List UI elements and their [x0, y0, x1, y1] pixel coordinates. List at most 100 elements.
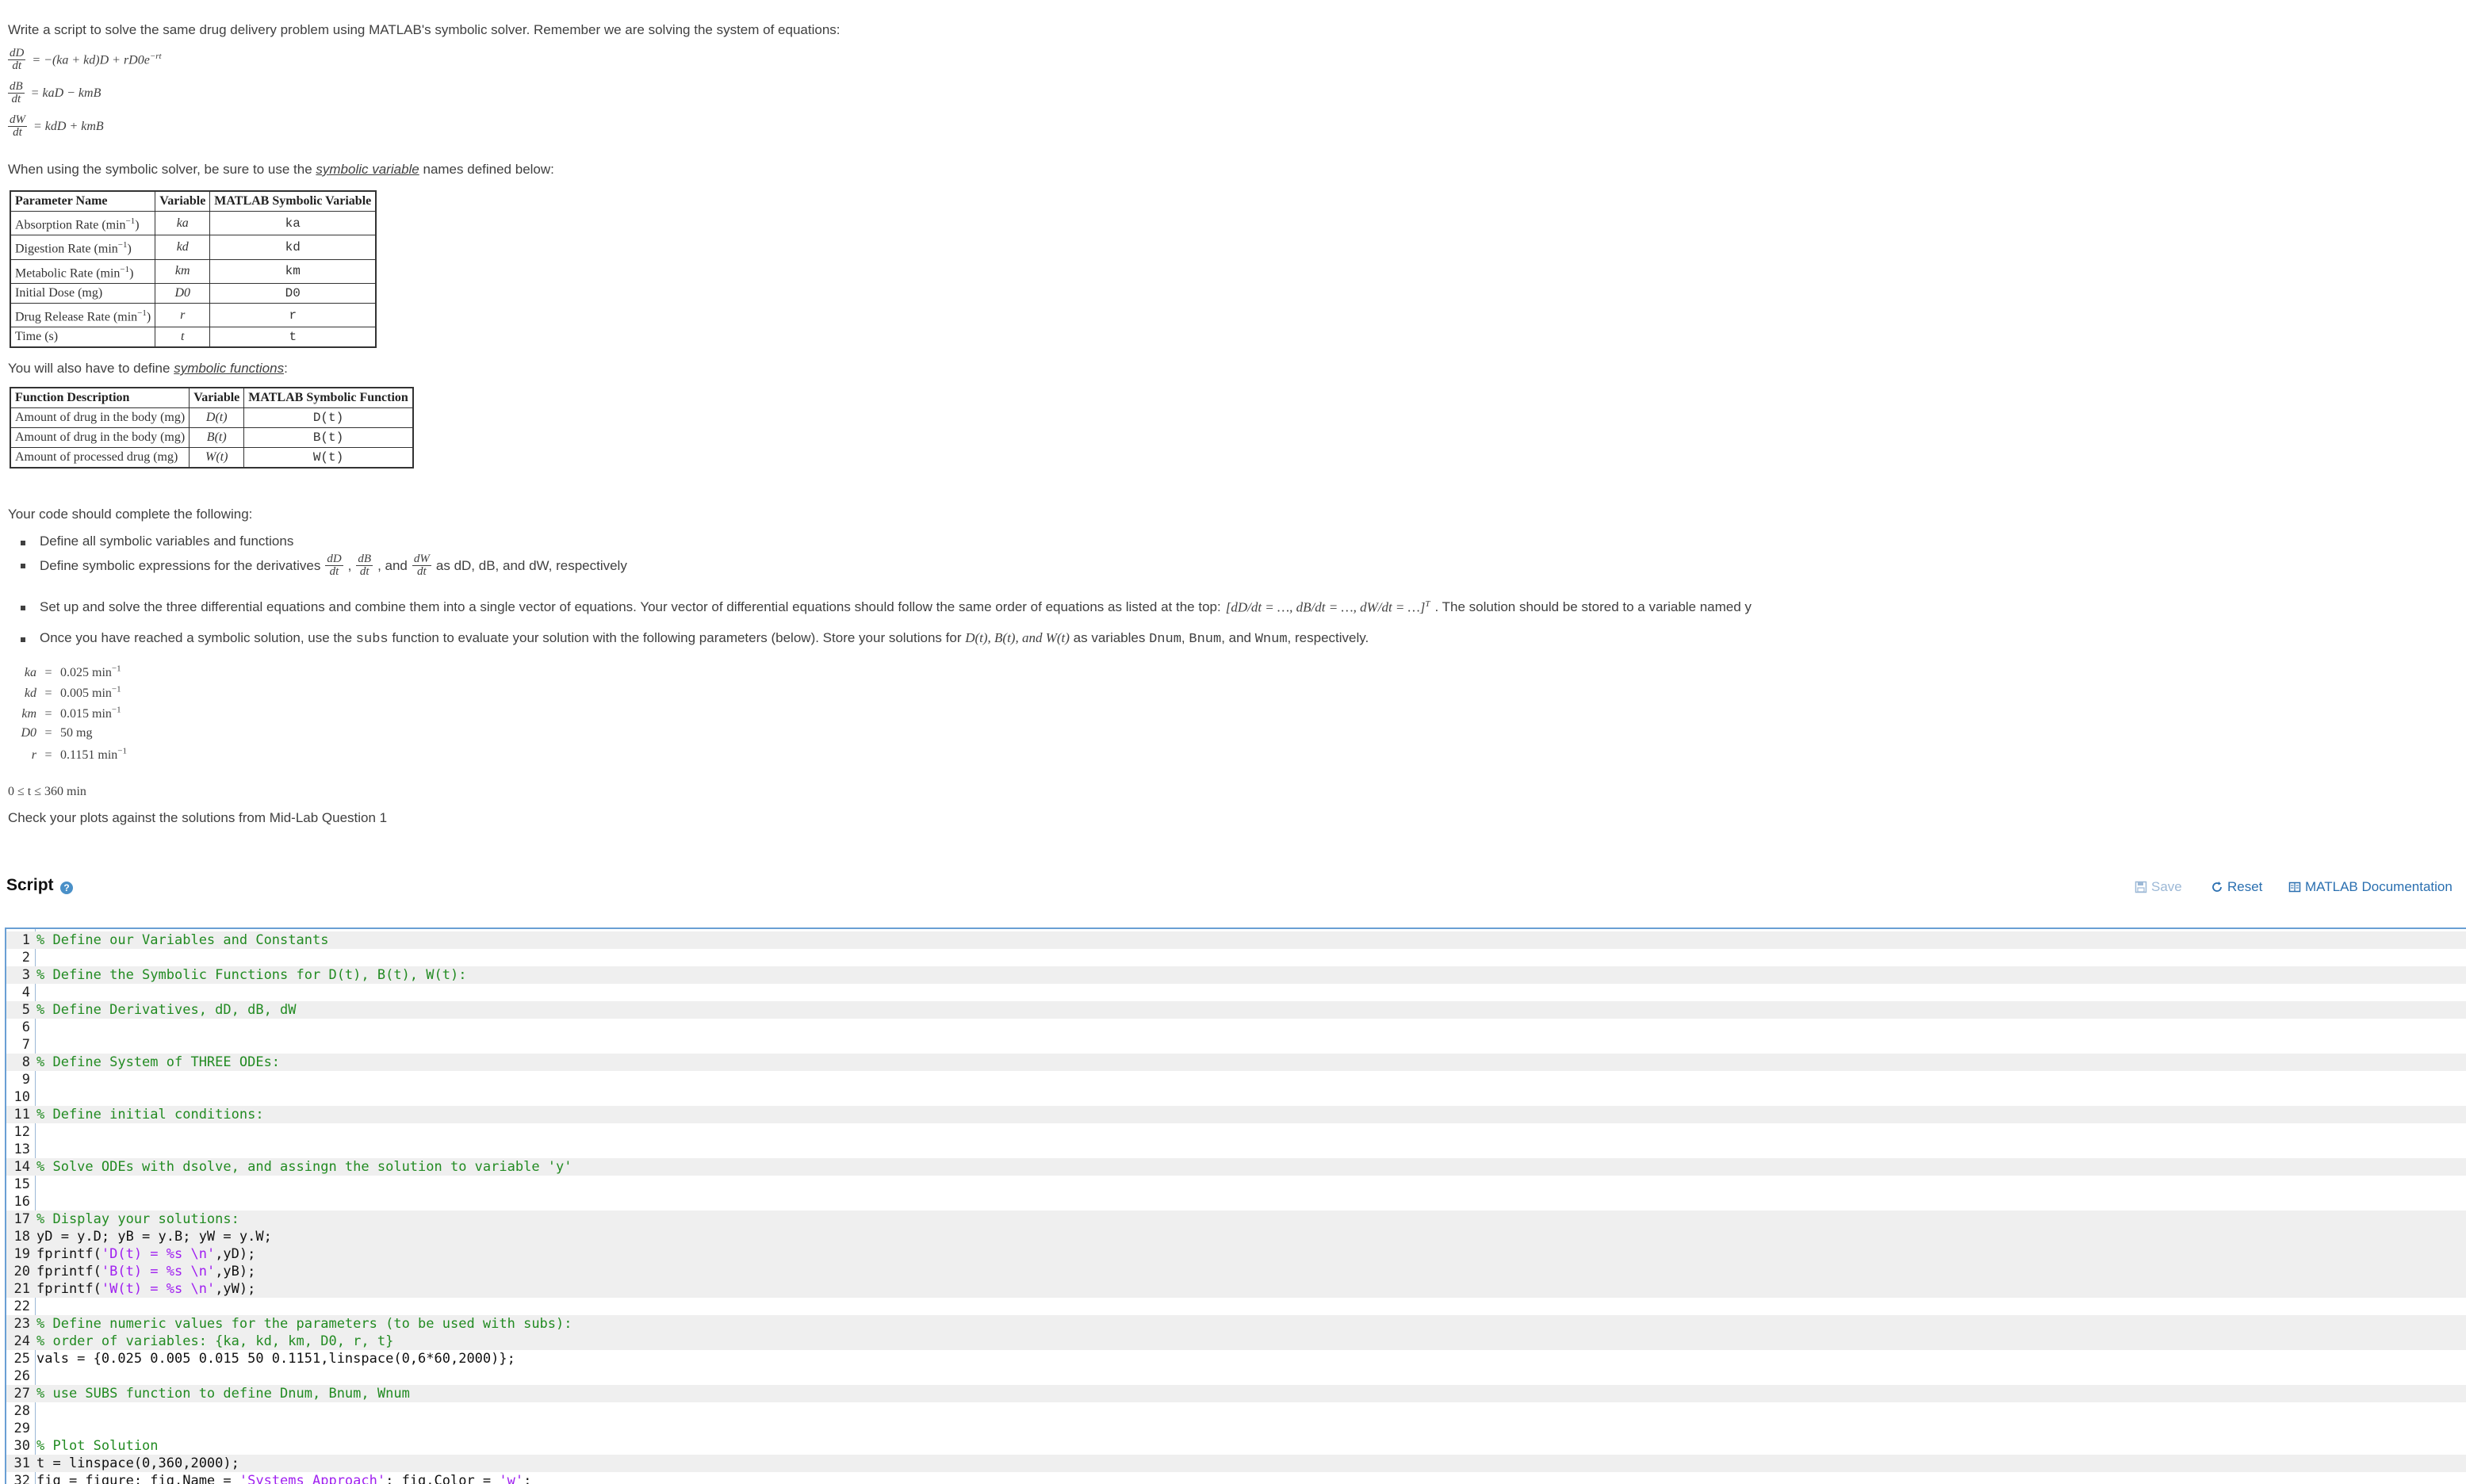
check-text: Check your plots against the solutions f…: [8, 810, 388, 825]
help-icon[interactable]: ?: [60, 882, 73, 894]
save-icon: [2135, 881, 2147, 893]
line-number: 23: [13, 1316, 30, 1332]
table-row: Digestion Rate (min−1) kd kd: [10, 235, 377, 260]
code-line[interactable]: 13: [6, 1141, 2466, 1158]
code-line[interactable]: 23 % Define numeric values for the parame…: [6, 1315, 2466, 1333]
line-number: 21: [13, 1281, 30, 1297]
code-editor[interactable]: 1 % Define our Variables and Constants 2 3%…: [5, 928, 2466, 1484]
code-line[interactable]: 27 % use SUBS function to define Dnum, Bn…: [6, 1385, 2466, 1402]
code-line[interactable]: 8 % Define System of THREE ODEs:: [6, 1054, 2466, 1071]
param-header-name: Parameter Name: [10, 190, 156, 212]
code-line[interactable]: 28: [6, 1402, 2466, 1420]
list-item: Define symbolic expressions for the deri…: [21, 553, 627, 578]
line-number: 27: [13, 1386, 30, 1402]
code-line[interactable]: 16: [6, 1193, 2466, 1211]
intro-text: Write a script to solve the same drug de…: [8, 22, 841, 37]
code-text[interactable]: % Plot Solution: [36, 1437, 159, 1455]
table-row: Initial Dose (mg) D0 D0: [10, 282, 377, 304]
code-line[interactable]: 4: [6, 984, 2466, 1001]
func-header-description: Function Description: [10, 387, 190, 408]
code-text[interactable]: % Define Derivatives, dD, dB, dW: [36, 1001, 297, 1019]
derivative-dW: dW dt: [412, 553, 431, 578]
code-line[interactable]: 31 t = linspace(0,360,2000);: [6, 1455, 2466, 1472]
code-text[interactable]: % Define initial conditions:: [36, 1106, 264, 1123]
code-line[interactable]: 30 % Plot Solution: [6, 1437, 2466, 1455]
table-row: Amount of drug in the body (mg) D(t) D(t): [10, 407, 414, 428]
line-number: 18: [13, 1229, 30, 1245]
code-line[interactable]: 19 fprintf('D(t) = %s \n',yD);: [6, 1245, 2466, 1263]
code-line[interactable]: 7: [6, 1036, 2466, 1054]
code-text[interactable]: % Define our Variables and Constants: [36, 931, 328, 949]
code-line[interactable]: 26: [6, 1367, 2466, 1385]
line-number: 28: [13, 1403, 30, 1419]
parameter-table: Parameter Name Variable MATLAB Symbolic …: [10, 190, 377, 349]
line-number: 14: [13, 1159, 30, 1175]
code-line[interactable]: 20 fprintf('B(t) = %s \n',yB);: [6, 1263, 2466, 1280]
list-item: Set up and solve the three differential …: [21, 599, 1752, 616]
code-line[interactable]: 2: [6, 949, 2466, 966]
param-header-variable: Variable: [155, 190, 211, 212]
code-text[interactable]: fprintf('B(t) = %s \n',yB);: [36, 1263, 255, 1280]
code-line[interactable]: 24 % order of variables: {ka, kd, km, D0,…: [6, 1333, 2466, 1350]
code-text[interactable]: % Define numeric values for the paramete…: [36, 1315, 572, 1333]
code-line[interactable]: 3 % Define the Symbolic Functions for D(t…: [6, 966, 2466, 984]
matlab-documentation-link[interactable]: MATLAB Documentation: [2288, 879, 2453, 895]
code-line[interactable]: 15: [6, 1176, 2466, 1193]
line-number: 15: [13, 1176, 30, 1192]
derivative-dW: dW dt: [8, 113, 27, 139]
time-range: 0 ≤ t ≤ 360 min: [8, 785, 86, 798]
line-number: 13: [13, 1142, 30, 1157]
code-text[interactable]: % use SUBS function to define Dnum, Bnum…: [36, 1385, 410, 1402]
line-number: 24: [13, 1333, 30, 1349]
line-number: 8: [21, 1054, 30, 1070]
code-line[interactable]: 25 vals = {0.025 0.005 0.015 50 0.1151,li…: [6, 1350, 2466, 1367]
code-line[interactable]: 5 % Define Derivatives, dD, dB, dW: [6, 1001, 2466, 1019]
code-text[interactable]: % Define the Symbolic Functions for D(t)…: [36, 966, 466, 984]
code-line[interactable]: 6: [6, 1019, 2466, 1036]
equation-3-rhs: = kdD + kmB: [33, 119, 104, 133]
code-text[interactable]: % Display your solutions:: [36, 1211, 239, 1228]
code-text[interactable]: % order of variables: {ka, kd, km, D0, r…: [36, 1333, 393, 1350]
line-number: 26: [13, 1368, 30, 1384]
code-text[interactable]: % Define System of THREE ODEs:: [36, 1054, 280, 1071]
equation-1-rhs: = −(ka + kd)D + rD0e−rt: [32, 52, 162, 67]
code-text[interactable]: t = linspace(0,360,2000);: [36, 1455, 239, 1472]
line-number: 16: [13, 1194, 30, 1210]
code-text[interactable]: fprintf('D(t) = %s \n',yD);: [36, 1245, 255, 1263]
ode-vector: [dD/dt = …, dB/dt = …, dW/dt = …]T: [1225, 599, 1430, 615]
code-line[interactable]: 12: [6, 1123, 2466, 1141]
line-number: 9: [21, 1072, 30, 1088]
code-text[interactable]: % Solve ODEs with dsolve, and assingn th…: [36, 1158, 572, 1176]
param-ka: ka = 0.025 min−1: [24, 664, 121, 680]
code-text[interactable]: fprintf('W(t) = %s \n',yW);: [36, 1280, 255, 1298]
func-header-matlab: MATLAB Symbolic Function: [243, 387, 414, 408]
code-line[interactable]: 18 yD = y.D; yB = y.B; yW = y.W;: [6, 1228, 2466, 1245]
code-line[interactable]: 17 % Display your solutions:: [6, 1211, 2466, 1228]
line-number: 7: [21, 1037, 30, 1053]
code-line[interactable]: 22: [6, 1298, 2466, 1315]
param-d0: D0 = 50 mg: [21, 726, 93, 740]
param-header-matlab: MATLAB Symbolic Variable: [209, 190, 377, 212]
code-line[interactable]: 9: [6, 1071, 2466, 1088]
code-line[interactable]: 1 % Define our Variables and Constants: [6, 931, 2466, 949]
table-row: Metabolic Rate (min−1) km km: [10, 258, 377, 284]
reset-icon: [2212, 882, 2222, 892]
code-line[interactable]: 10: [6, 1088, 2466, 1106]
code-line[interactable]: 29: [6, 1420, 2466, 1437]
complete-intro: Your code should complete the following:: [8, 507, 253, 522]
code-line[interactable]: 11 % Define initial conditions:: [6, 1106, 2466, 1123]
code-text[interactable]: vals = {0.025 0.005 0.015 50 0.1151,lins…: [36, 1350, 515, 1367]
line-number: 22: [13, 1298, 30, 1314]
line-number: 17: [13, 1211, 30, 1227]
documentation-label: MATLAB Documentation: [2305, 879, 2453, 894]
code-line[interactable]: 14 % Solve ODEs with dsolve, and assingn …: [6, 1158, 2466, 1176]
param-km: km = 0.015 min−1: [21, 706, 121, 721]
save-button[interactable]: Save: [2135, 879, 2182, 895]
save-label: Save: [2151, 879, 2182, 894]
symbolic-functions-link[interactable]: symbolic functions: [174, 361, 284, 376]
symbolic-variable-link[interactable]: symbolic variable: [316, 162, 419, 177]
code-line[interactable]: 21 fprintf('W(t) = %s \n',yW);: [6, 1280, 2466, 1298]
reset-button[interactable]: Reset: [2211, 879, 2262, 895]
function-table: Function Description Variable MATLAB Sym…: [10, 387, 414, 469]
code-text[interactable]: yD = y.D; yB = y.B; yW = y.W;: [36, 1228, 272, 1245]
